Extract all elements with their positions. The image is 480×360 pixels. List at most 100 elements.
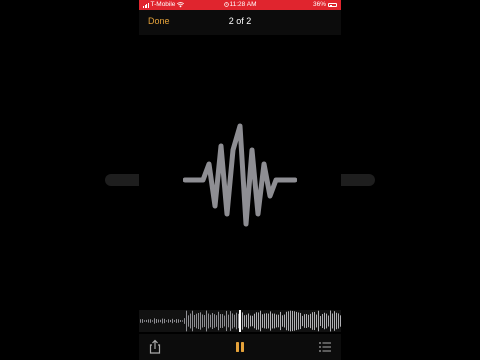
scrubber-bar bbox=[336, 312, 337, 330]
scrubber-bar bbox=[284, 314, 285, 328]
scrubber-bar bbox=[298, 312, 299, 330]
status-bar: T-Mobile 11:28 AM 36% bbox=[139, 0, 341, 10]
scrubber-bar bbox=[142, 319, 143, 323]
scrubber-bar bbox=[186, 310, 187, 332]
scrubber-bar bbox=[202, 314, 203, 328]
list-icon[interactable] bbox=[317, 339, 333, 355]
scrubber-bar bbox=[316, 314, 317, 328]
scrubber-bar bbox=[180, 320, 181, 322]
scrubber-bar bbox=[196, 313, 197, 329]
scrubber-bar bbox=[174, 320, 175, 322]
scrubber-bar bbox=[322, 314, 323, 328]
scrubber-bar bbox=[266, 313, 267, 329]
scrubber-bar bbox=[188, 315, 189, 327]
scrubber-bar bbox=[244, 315, 245, 327]
scrubber-bar bbox=[330, 310, 331, 332]
audio-waveform-icon bbox=[183, 123, 297, 227]
scrubber-bar bbox=[176, 319, 177, 323]
scrubber-bar bbox=[150, 319, 151, 323]
bottom-toolbar bbox=[139, 334, 341, 360]
scrubber-bar bbox=[212, 312, 213, 330]
scrubber-bar bbox=[148, 319, 149, 323]
status-time: 11:28 AM bbox=[139, 0, 341, 10]
scrubber-bar bbox=[260, 310, 261, 332]
previous-page-edge[interactable] bbox=[105, 174, 139, 186]
scrubber-bar bbox=[280, 311, 281, 331]
battery-icon bbox=[328, 3, 337, 7]
scrubber-bar bbox=[158, 319, 159, 323]
scrubber-bar bbox=[246, 314, 247, 328]
scrubber-bar bbox=[328, 315, 329, 327]
scrubber-bar bbox=[312, 312, 313, 330]
alarm-icon bbox=[223, 1, 229, 7]
scrubber-bar bbox=[242, 312, 243, 330]
scrubber-bar bbox=[194, 314, 195, 328]
scrubber-bar bbox=[262, 314, 263, 328]
scrubber-bar bbox=[146, 319, 147, 323]
nav-bar: Done 2 of 2 bbox=[139, 10, 341, 35]
scrubber-bar bbox=[314, 311, 315, 331]
status-right: 36% bbox=[313, 0, 337, 10]
scrubber-bar bbox=[218, 311, 219, 331]
scrubber-bar bbox=[230, 311, 231, 331]
scrubber-bar bbox=[224, 315, 225, 327]
scrubber-bar bbox=[270, 311, 271, 331]
scrubber-bar bbox=[140, 319, 141, 323]
scrubber-bar bbox=[288, 311, 289, 331]
scrubber-bar bbox=[340, 315, 341, 327]
next-page-edge[interactable] bbox=[341, 174, 375, 186]
scrubber-bar bbox=[308, 314, 309, 328]
waveform-scrubber[interactable] bbox=[139, 310, 341, 332]
scrubber-bar bbox=[258, 312, 259, 330]
scrubber-bar bbox=[252, 315, 253, 327]
scrubber-bar bbox=[162, 318, 163, 324]
scrubber-bar bbox=[144, 320, 145, 322]
scrubber-bar bbox=[282, 315, 283, 327]
scrubber-bar bbox=[292, 310, 293, 332]
scrubber-bar bbox=[234, 314, 235, 328]
scrubber-bar bbox=[160, 319, 161, 323]
scrubber-bar bbox=[222, 314, 223, 328]
scrubber-bar bbox=[164, 318, 165, 324]
scrubber-bar bbox=[156, 319, 157, 323]
scrubber-bar bbox=[168, 319, 169, 323]
scrubber-bar bbox=[248, 313, 249, 329]
scrubber-bar bbox=[220, 314, 221, 328]
time-label: 11:28 AM bbox=[229, 1, 257, 8]
scrubber-bar bbox=[192, 310, 193, 332]
scrubber-bar bbox=[272, 313, 273, 329]
scrubber-bar bbox=[198, 312, 199, 330]
scrubber-bar bbox=[296, 311, 297, 331]
scrubber-bar bbox=[304, 314, 305, 328]
scrubber-bar bbox=[278, 314, 279, 328]
battery-percent: 36% bbox=[312, 1, 326, 8]
scrubber-bar bbox=[204, 315, 205, 327]
scrubber-bar bbox=[286, 311, 287, 331]
scrubber-bar bbox=[154, 318, 155, 324]
scrubber-bar bbox=[324, 312, 325, 330]
scrubber-bar bbox=[190, 313, 191, 329]
scrubber-bar bbox=[152, 320, 153, 322]
scrubber-bar bbox=[166, 320, 167, 322]
scrubber-bar bbox=[184, 318, 185, 324]
scrubber-bar bbox=[300, 312, 301, 330]
scrubber-bar bbox=[226, 310, 227, 332]
scrubber-bar bbox=[182, 320, 183, 322]
scrubber-bar bbox=[274, 313, 275, 329]
scrubber-bar bbox=[170, 319, 171, 323]
scrubber-bar bbox=[302, 315, 303, 327]
page-title: 2 of 2 bbox=[228, 16, 252, 26]
scrubber-bar bbox=[214, 314, 215, 328]
playhead[interactable] bbox=[239, 310, 241, 332]
scrubber-bar bbox=[208, 313, 209, 329]
scrubber-bar bbox=[250, 315, 251, 327]
pause-icon[interactable] bbox=[232, 339, 248, 355]
scrubber-bar bbox=[178, 319, 179, 323]
scrubber-bar bbox=[310, 313, 311, 329]
scrubber-bar bbox=[306, 314, 307, 328]
scrubber-bar bbox=[206, 310, 207, 332]
scrubber-bar bbox=[254, 313, 255, 329]
scrubber-bar bbox=[200, 312, 201, 330]
scrubber-bar bbox=[172, 318, 173, 324]
share-icon[interactable] bbox=[147, 339, 163, 355]
